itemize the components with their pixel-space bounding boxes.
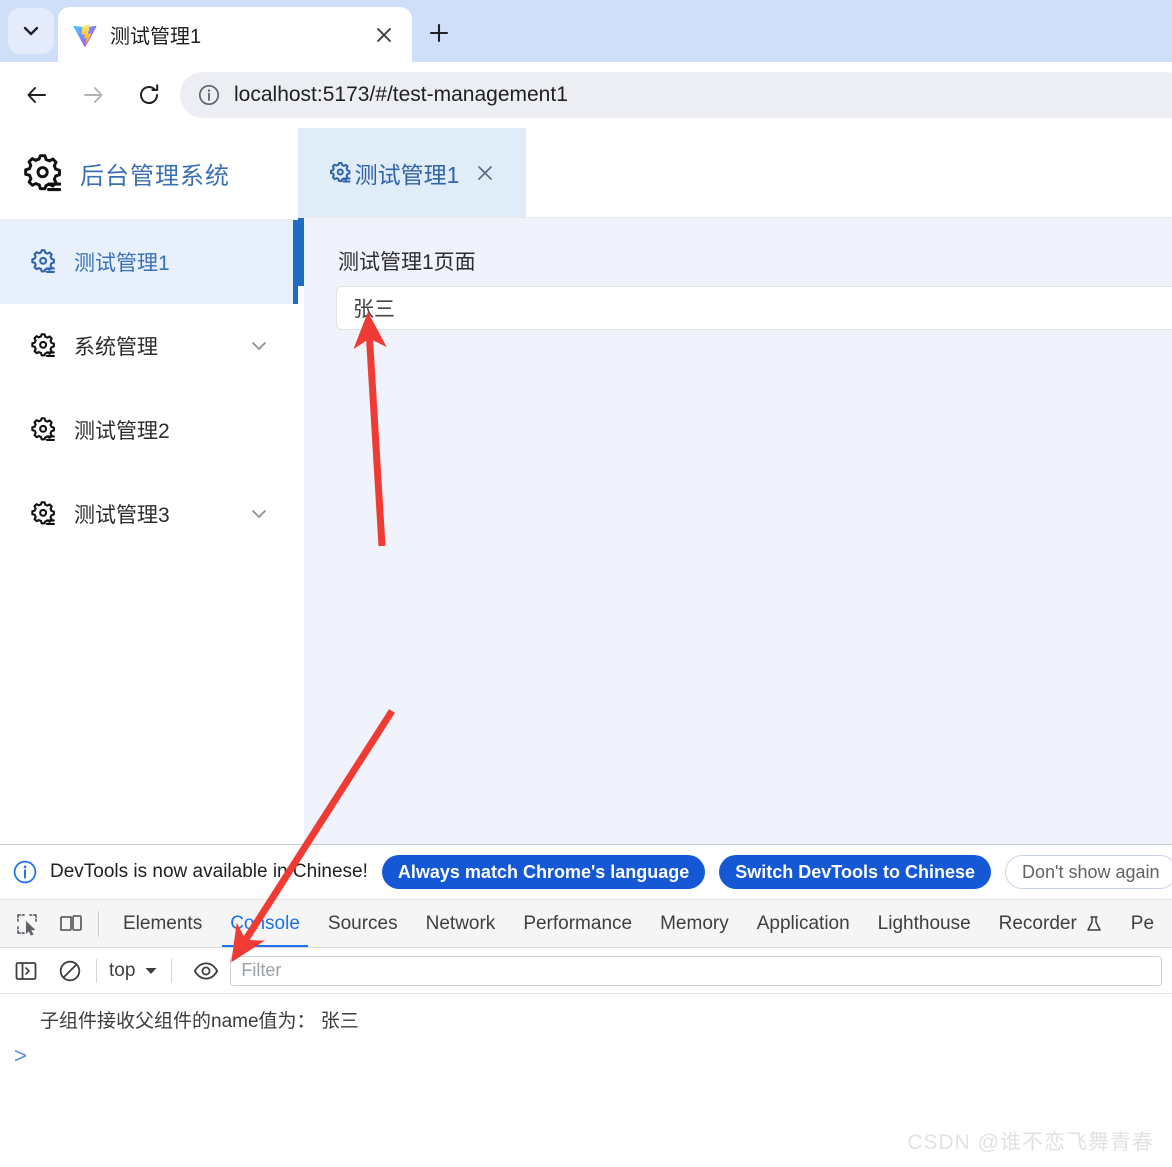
arrow-left-icon (27, 87, 46, 103)
new-tab-button[interactable] (422, 16, 456, 50)
console-message: 子组件接收父组件的name值为： 张三 (40, 1011, 359, 1032)
devtools-tab-sources[interactable]: Sources (314, 900, 412, 947)
devtools-language-banner: DevTools is now available in Chinese! Al… (0, 845, 1172, 900)
no-entry-icon (59, 960, 81, 981)
address-bar[interactable]: localhost:5173/#/test-management1 (180, 72, 1172, 118)
switch-devtools-to-chinese-button[interactable]: Switch DevTools to Chinese (719, 855, 991, 889)
info-circle-icon (13, 860, 37, 884)
sidebar-item-test-management-3[interactable]: 测试管理3 (0, 472, 298, 556)
console-prompt-caret: > (14, 1043, 27, 1068)
watermark: CSDN @谁不恋飞舞青春 (907, 1131, 1154, 1154)
console-filter-input[interactable] (230, 955, 1162, 986)
toolbar-divider (171, 958, 173, 983)
toolbar-divider (96, 958, 97, 983)
sidebar-item-label: 测试管理3 (74, 504, 170, 527)
browser-tab[interactable]: 测试管理1 (58, 7, 412, 62)
gear-icon (31, 333, 55, 357)
inspect-element-button[interactable] (10, 907, 44, 941)
reload-icon (140, 84, 159, 104)
flask-icon (1087, 915, 1101, 931)
chevron-down-icon[interactable] (250, 505, 268, 523)
always-match-chrome-language-button[interactable]: Always match Chrome's language (381, 855, 706, 889)
browser-tab-close-button[interactable] (370, 21, 398, 49)
app-brand-title: 后台管理系统 (80, 163, 230, 190)
app-content-area: 测试管理1 测试管理1页面 (298, 128, 1172, 844)
devtools-tab-bar: Elements Console Sources Network Perform… (0, 900, 1172, 948)
console-prompt-row[interactable]: > (0, 1033, 1172, 1069)
close-icon (377, 27, 391, 42)
devtools-tab-lighthouse[interactable]: Lighthouse (864, 900, 985, 947)
forward-button[interactable] (70, 72, 116, 118)
sidebar-menu: 测试管理1 系统管理 测试管理2 测试管理3 (0, 220, 298, 556)
app-brand: 后台管理系统 (0, 128, 298, 220)
toggle-console-sidebar-button[interactable] (8, 953, 44, 989)
devtools-tab-application[interactable]: Application (743, 900, 864, 947)
address-bar-url: localhost:5173/#/test-management1 (234, 83, 568, 106)
device-toolbar-button[interactable] (54, 907, 88, 941)
console-toolbar: top (0, 948, 1172, 994)
browser-toolbar: localhost:5173/#/test-management1 (0, 62, 1172, 128)
back-button[interactable] (14, 72, 60, 118)
devtools-tab-performance[interactable]: Performance (509, 900, 646, 947)
page-accent-bar (298, 218, 304, 286)
page-tab-test-management-1[interactable]: 测试管理1 (298, 128, 526, 217)
devtools-tab-memory[interactable]: Memory (646, 900, 743, 947)
info-circle-icon (198, 84, 220, 106)
devtools-tab-recorder[interactable]: Recorder (985, 900, 1117, 947)
dont-show-again-button[interactable]: Don't show again (1004, 855, 1172, 889)
devtools-tab-recorder-label: Recorder (998, 912, 1077, 934)
devtools-banner-message: DevTools is now available in Chinese! (50, 861, 368, 882)
browser-tab-strip: 测试管理1 (0, 0, 1172, 62)
gear-icon (31, 501, 55, 525)
gear-icon (31, 417, 55, 441)
execution-context-label: top (109, 959, 136, 981)
page-viewport: 后台管理系统 测试管理1 系统管理 测试管理2 测试管理3 测试管理1 测试管理… (0, 128, 1172, 844)
gear-icon (329, 161, 351, 182)
sidebar-item-test-management-2[interactable]: 测试管理2 (0, 388, 298, 472)
devtools-tab-elements[interactable]: Elements (109, 900, 216, 947)
caret-down-icon (145, 967, 157, 974)
console-output: 子组件接收父组件的name值为： 张三 > CSDN @谁不恋飞舞青春 (0, 994, 1172, 1167)
name-input[interactable] (336, 286, 1172, 330)
console-settings-eye-button[interactable] (188, 953, 224, 989)
plus-icon (429, 23, 449, 43)
site-info-button[interactable] (194, 80, 224, 110)
page-body: 测试管理1页面 (298, 218, 1172, 844)
chevron-down-icon (23, 26, 39, 36)
vite-logo-icon (73, 23, 97, 47)
panel-left-icon (15, 961, 37, 980)
toolbar-divider (98, 910, 99, 937)
gear-icon (31, 249, 55, 273)
page-tab-label: 测试管理1 (354, 161, 460, 188)
gear-icon (24, 153, 62, 191)
devtools-tab-performance-insights[interactable]: Pe (1117, 900, 1168, 947)
app-sidebar: 后台管理系统 测试管理1 系统管理 测试管理2 测试管理3 (0, 128, 298, 844)
name-field-wrapper (304, 276, 1172, 330)
sidebar-item-label: 测试管理2 (74, 420, 170, 443)
inspect-element-icon (17, 913, 37, 936)
sidebar-item-test-management-1[interactable]: 测试管理1 (0, 220, 298, 304)
tab-search-button[interactable] (8, 8, 54, 54)
screenshot-root: 测试管理1 localhost:5173/#/test-management1 … (0, 0, 1172, 1167)
sidebar-item-label: 系统管理 (74, 336, 158, 359)
chevron-down-icon[interactable] (250, 337, 268, 355)
page-tab-close-button[interactable] (475, 163, 495, 183)
eye-icon (194, 962, 219, 979)
reload-button[interactable] (126, 72, 172, 118)
page-tab-bar: 测试管理1 (298, 128, 1172, 218)
clear-console-button[interactable] (52, 953, 88, 989)
browser-tab-title: 测试管理1 (110, 26, 202, 48)
arrow-right-icon (84, 87, 103, 103)
close-icon (478, 165, 493, 180)
devtools-panel: DevTools is now available in Chinese! Al… (0, 844, 1172, 1167)
device-toolbar-icon (60, 914, 82, 931)
sidebar-item-system-management[interactable]: 系统管理 (0, 304, 298, 388)
page-title: 测试管理1页面 (338, 251, 476, 274)
devtools-tab-console[interactable]: Console (216, 900, 314, 947)
execution-context-selector[interactable]: top (105, 960, 163, 982)
sidebar-item-label: 测试管理1 (74, 252, 170, 275)
devtools-tab-network[interactable]: Network (412, 900, 510, 947)
console-prompt-input[interactable] (37, 1044, 1172, 1068)
